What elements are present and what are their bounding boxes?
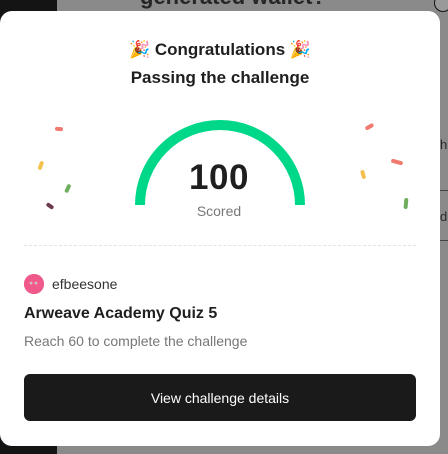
confetti-piece [391, 158, 403, 166]
quiz-author[interactable]: efbeesone [24, 274, 117, 294]
avatar-face-icon [24, 274, 44, 294]
confetti-piece [55, 126, 63, 132]
confetti-piece [64, 184, 71, 193]
author-name[interactable]: efbeesone [52, 276, 117, 292]
section-divider [24, 245, 416, 246]
confetti-piece [360, 170, 366, 179]
challenge-result-modal: 🎉 Congratulations 🎉 Passing the challeng… [0, 11, 440, 446]
background-cut-text: h [440, 137, 448, 152]
score-label: Scored [196, 203, 242, 219]
background-divider [440, 190, 448, 191]
avatar[interactable] [24, 274, 44, 294]
challenge-requirement: Reach 60 to complete the challenge [24, 333, 248, 349]
background-heading: generated wallet? [140, 0, 326, 10]
confetti-piece [403, 198, 409, 209]
background-cut-text: d [440, 209, 448, 224]
confetti-piece [46, 202, 54, 210]
confetti-piece [365, 123, 374, 130]
view-challenge-details-button[interactable]: View challenge details [24, 374, 416, 421]
quiz-title: Arweave Academy Quiz 5 [24, 305, 218, 322]
confetti-piece [37, 161, 44, 170]
score-value: 100 [189, 158, 249, 197]
background-divider [440, 240, 448, 241]
